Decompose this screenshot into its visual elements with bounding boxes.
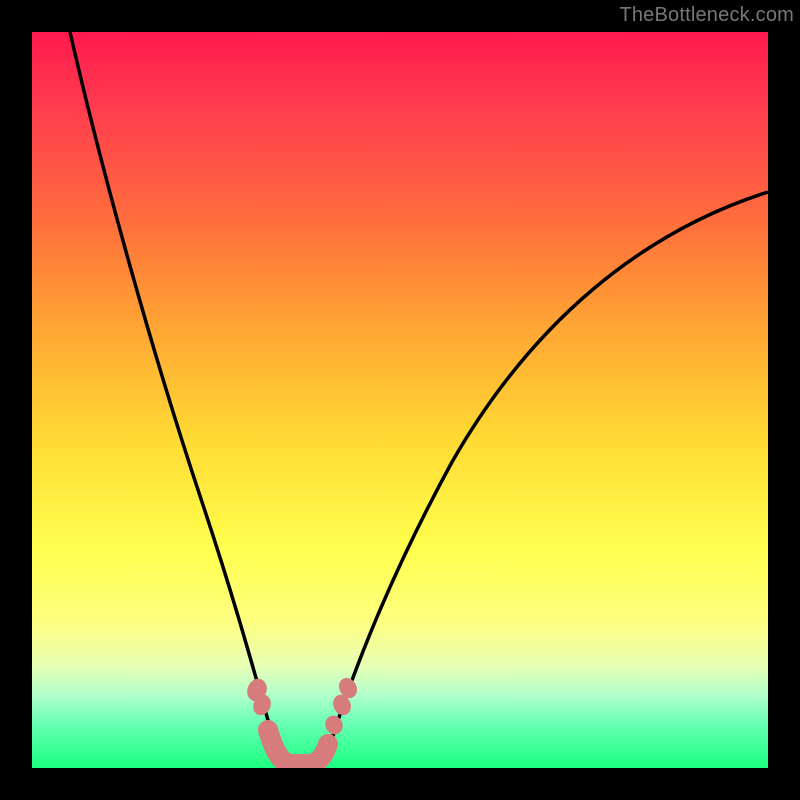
bottleneck-curve: [32, 32, 768, 768]
chart-frame: TheBottleneck.com: [0, 0, 800, 800]
curve-left-branch: [70, 32, 277, 752]
curve-right-branch: [328, 192, 768, 752]
marker-cluster: [245, 675, 360, 764]
watermark-label: TheBottleneck.com: [619, 4, 794, 27]
plot-area: [32, 32, 768, 768]
